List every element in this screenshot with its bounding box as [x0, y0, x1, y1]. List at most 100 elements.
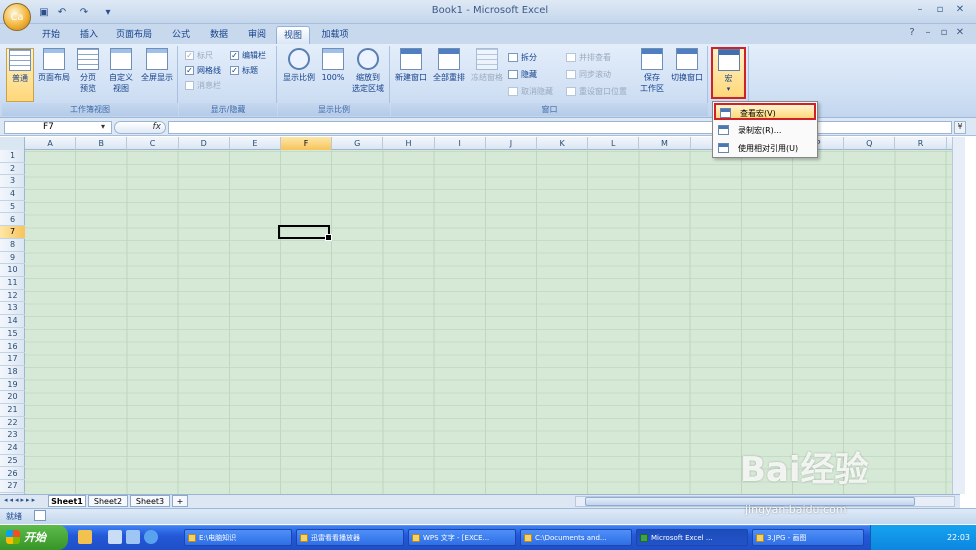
office-button[interactable]: Ca	[3, 3, 31, 31]
row-header-12[interactable]: 12	[0, 290, 25, 303]
save-workspace-button[interactable]: 保存 工作区	[637, 48, 667, 94]
insert-sheet-icon[interactable]: +	[172, 495, 188, 507]
column-header-b[interactable]: B	[76, 137, 128, 150]
close-icon[interactable]: ✕	[952, 4, 968, 18]
row-header-18[interactable]: 18	[0, 366, 25, 379]
tab-view[interactable]: 视图	[276, 26, 310, 44]
taskbar-item-documents[interactable]: C:\Documents and...	[520, 529, 632, 546]
page-break-preview-button[interactable]: 分页 预览	[74, 48, 102, 94]
sheet-tab-3[interactable]: Sheet3	[130, 495, 170, 507]
record-macro-item[interactable]: 录制宏(R)...	[714, 122, 816, 139]
active-cell[interactable]	[278, 225, 332, 241]
row-header-3[interactable]: 3	[0, 175, 25, 189]
column-header-i[interactable]: I	[435, 137, 486, 150]
ruler-checkbox[interactable]: ✓ 标尺	[185, 48, 213, 62]
row-header-27[interactable]: 27	[0, 480, 25, 493]
workbook-restore-icon[interactable]: ▫	[936, 27, 952, 41]
taskbar-item-wps[interactable]: WPS 文字 - [EXCE...	[408, 529, 516, 546]
quicklaunch-icon[interactable]	[78, 530, 92, 544]
column-header-d[interactable]: D	[179, 137, 230, 150]
taskbar-item-folder[interactable]: E:\电脑知识	[184, 529, 292, 546]
zoom-selection-button[interactable]: 缩放到 选定区域	[349, 48, 387, 94]
row-header-1[interactable]: 1	[0, 150, 25, 163]
column-header-f[interactable]: F	[281, 137, 333, 150]
fullscreen-button[interactable]: 全屏显示	[138, 48, 176, 83]
column-header-l[interactable]: L	[588, 137, 640, 150]
qat-customize-icon[interactable]: ▾	[100, 5, 116, 19]
tab-home[interactable]: 开始	[36, 26, 66, 44]
row-header-6[interactable]: 6	[0, 214, 25, 227]
reset-position-button[interactable]: 重设窗口位置	[566, 84, 627, 98]
ie-icon[interactable]	[144, 530, 158, 544]
row-header-16[interactable]: 16	[0, 341, 25, 354]
headings-checkbox[interactable]: ✓ 标题	[230, 63, 258, 77]
help-icon[interactable]: ?	[904, 27, 920, 41]
freeze-panes-button[interactable]: 冻结窗格	[469, 48, 505, 83]
formula-bar-checkbox[interactable]: ✓ 编辑栏	[230, 48, 266, 62]
quicklaunch-icon-2[interactable]	[126, 530, 140, 544]
column-header-q[interactable]: Q	[844, 137, 896, 150]
name-box-dropdown-icon[interactable]: ▾	[101, 122, 105, 131]
name-box[interactable]: F7	[4, 121, 112, 134]
insert-function-button[interactable]: fx	[114, 121, 166, 134]
taskbar-item-excel[interactable]: Microsoft Excel ...	[636, 529, 748, 546]
taskbar-item-paint[interactable]: 3.JPG - 画图	[752, 529, 864, 546]
select-all-corner[interactable]	[0, 137, 25, 150]
split-button[interactable]: 拆分	[508, 50, 537, 64]
message-bar-checkbox[interactable]: 消息栏	[185, 78, 221, 92]
undo-icon[interactable]: ↶	[54, 5, 70, 19]
column-header-e[interactable]: E	[230, 137, 281, 150]
tab-formulas[interactable]: 公式	[164, 26, 198, 44]
tab-review[interactable]: 审阅	[240, 26, 274, 44]
column-header-k[interactable]: K	[537, 137, 589, 150]
column-header-c[interactable]: C	[127, 137, 179, 150]
column-header-m[interactable]: M	[639, 137, 691, 150]
arrange-all-button[interactable]: 全部重排	[431, 48, 467, 83]
column-header-g[interactable]: G	[332, 137, 384, 150]
sheet-nav-arrows-icon[interactable]: ◂◂◂▸▸▸	[4, 496, 37, 504]
vertical-scrollbar[interactable]	[952, 137, 965, 494]
tab-addins[interactable]: 加载项	[314, 26, 356, 44]
row-header-20[interactable]: 20	[0, 391, 25, 404]
row-header-23[interactable]: 23	[0, 429, 25, 443]
restore-icon[interactable]: ▫	[932, 4, 948, 18]
page-layout-view-button[interactable]: 页面布局	[36, 48, 72, 83]
row-header-4[interactable]: 4	[0, 188, 25, 201]
row-header-21[interactable]: 21	[0, 404, 25, 417]
gridlines-checkbox[interactable]: ✓ 网格线	[185, 63, 221, 77]
hide-button[interactable]: 隐藏	[508, 67, 537, 81]
minimize-icon[interactable]: –	[912, 4, 928, 18]
row-header-15[interactable]: 15	[0, 328, 25, 341]
column-header-r[interactable]: R	[895, 137, 947, 150]
row-header-5[interactable]: 5	[0, 201, 25, 214]
normal-view-button[interactable]: 普通	[6, 48, 34, 102]
zoom-button[interactable]: 显示比例	[281, 48, 317, 83]
new-window-button[interactable]: 新建窗口	[393, 48, 429, 83]
tab-data[interactable]: 数据	[202, 26, 236, 44]
column-header-h[interactable]: H	[383, 137, 435, 150]
switch-windows-button[interactable]: 切换窗口	[668, 48, 706, 83]
expand-formula-bar-icon[interactable]: ¥	[954, 121, 966, 134]
column-header-j[interactable]: J	[486, 137, 537, 150]
workbook-minimize-icon[interactable]: –	[920, 27, 936, 41]
redo-icon[interactable]: ↷	[76, 5, 92, 19]
row-header-7[interactable]: 7	[0, 226, 25, 239]
tab-page-layout[interactable]: 页面布局	[110, 26, 158, 44]
row-header-9[interactable]: 9	[0, 252, 25, 265]
taskbar-item-player[interactable]: 迅雷看看播放器	[296, 529, 404, 546]
row-header-24[interactable]: 24	[0, 442, 25, 455]
row-header-22[interactable]: 22	[0, 417, 25, 430]
zoom-100-button[interactable]: 100%	[319, 48, 347, 83]
row-header-11[interactable]: 11	[0, 277, 25, 290]
row-header-8[interactable]: 8	[0, 239, 25, 252]
tab-insert[interactable]: 插入	[72, 26, 106, 44]
row-header-19[interactable]: 19	[0, 379, 25, 392]
sheet-tab-1[interactable]: Sheet1	[48, 495, 86, 507]
row-header-2[interactable]: 2	[0, 163, 25, 176]
show-desktop-icon[interactable]	[108, 530, 122, 544]
row-header-17[interactable]: 17	[0, 353, 25, 366]
row-header-14[interactable]: 14	[0, 315, 25, 328]
macros-button[interactable]: 宏 ▾	[711, 47, 746, 99]
view-macros-item[interactable]: 查看宏(V)	[714, 103, 816, 120]
sheet-tab-2[interactable]: Sheet2	[88, 495, 128, 507]
